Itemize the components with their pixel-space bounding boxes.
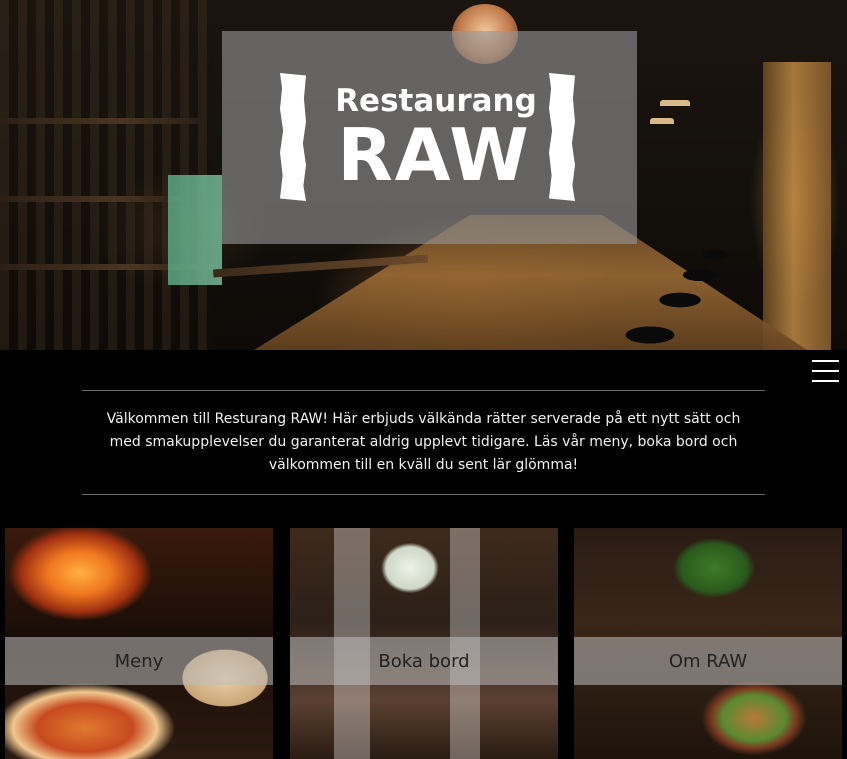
hero-wood-panel [763, 62, 831, 350]
book-table-card[interactable]: Boka bord [290, 528, 558, 759]
hamburger-line [812, 360, 839, 362]
hero-ceiling-light [650, 118, 674, 124]
divider-bottom [82, 494, 765, 495]
menu-card-label: Meny [5, 637, 273, 685]
logo-left-bar [280, 73, 306, 201]
about-raw-card-label: Om RAW [574, 637, 842, 685]
logo-right-bar [549, 73, 575, 201]
hero-shelf [0, 196, 190, 202]
welcome-text: Välkommen till Resturang RAW! Här erbjud… [106, 411, 741, 473]
hero-banner: Restaurang RAW [0, 0, 847, 350]
hero-shelf [0, 118, 200, 124]
hero-ceiling-light [660, 100, 690, 106]
divider-top [82, 390, 765, 391]
book-table-card-label: Boka bord [290, 637, 558, 685]
logo[interactable]: Restaurang RAW [222, 31, 637, 244]
menu-card[interactable]: Meny [5, 528, 273, 759]
about-raw-card[interactable]: Om RAW [574, 528, 842, 759]
hamburger-line [812, 380, 839, 382]
hamburger-menu-icon[interactable] [812, 360, 839, 382]
logo-raw-text: RAW [337, 113, 531, 197]
hamburger-line [812, 370, 839, 372]
